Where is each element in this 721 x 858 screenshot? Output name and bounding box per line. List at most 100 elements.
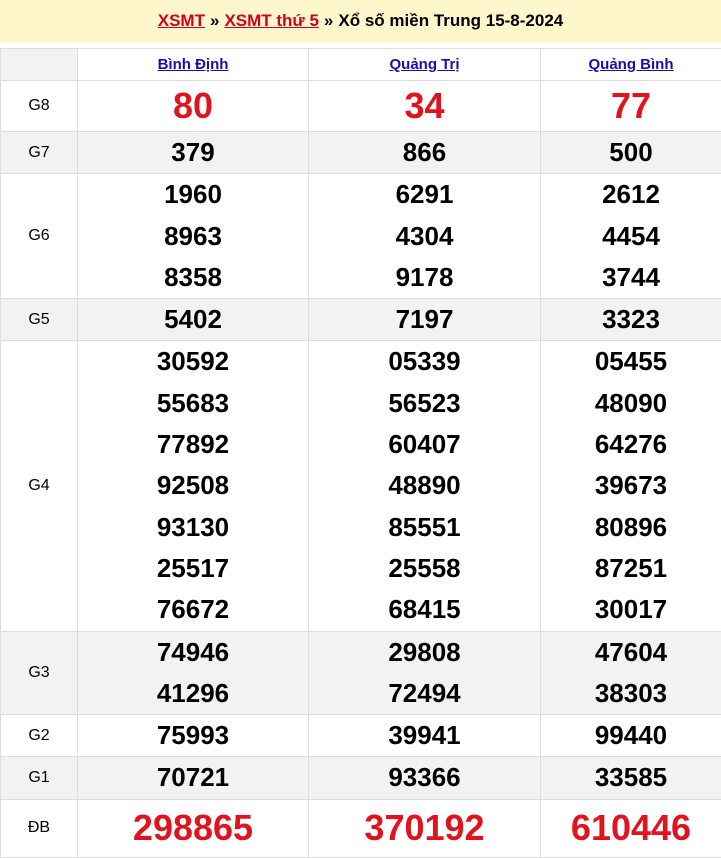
prize-number: 92508 <box>78 465 308 506</box>
prize-number: 4454 <box>541 216 721 257</box>
province-link-quang-binh[interactable]: Quảng Bình <box>589 56 674 73</box>
prize-number: 33585 <box>541 757 721 798</box>
prize-row-g8: G8 80 34 77 <box>1 81 721 132</box>
breadcrumb-header: XSMT » XSMT thứ 5 » Xổ số miền Trung 15-… <box>0 0 721 42</box>
prize-number: 05455 <box>541 341 721 382</box>
results-table: Bình Định Quảng Trị Quảng Bình G8 80 34 … <box>0 48 721 858</box>
prize-label: G1 <box>1 757 78 799</box>
prize-cell: 93366 <box>309 757 541 799</box>
prize-cell: 7197 <box>309 299 541 341</box>
table-header-row: Bình Định Quảng Trị Quảng Bình <box>1 49 721 81</box>
prize-number: 30017 <box>541 589 721 630</box>
prize-cell: 610446 <box>541 799 721 857</box>
prize-row-g3: G3 74946 41296 29808 72494 47604 38303 <box>1 631 721 715</box>
breadcrumb-link-xsmt-thu5[interactable]: XSMT thứ 5 <box>224 11 318 31</box>
prize-number: 85551 <box>309 507 540 548</box>
page-title: Xổ số miền Trung 15-8-2024 <box>338 11 563 31</box>
prize-cell: 379 <box>78 132 309 174</box>
prize-number: 99440 <box>541 715 721 756</box>
prize-number: 56523 <box>309 383 540 424</box>
prize-cell: 74946 41296 <box>78 631 309 715</box>
prize-cell: 866 <box>309 132 541 174</box>
prize-number: 4304 <box>309 216 540 257</box>
prize-number: 87251 <box>541 548 721 589</box>
prize-number: 379 <box>78 132 308 173</box>
special-prize-number: 370192 <box>309 802 540 854</box>
prize-cell: 5402 <box>78 299 309 341</box>
prize-number: 3744 <box>541 257 721 298</box>
prize-cell: 29808 72494 <box>309 631 541 715</box>
prize-cell: 70721 <box>78 757 309 799</box>
header-province-cell: Quảng Bình <box>541 49 721 81</box>
prize-number: 34 <box>309 81 540 131</box>
prize-number: 41296 <box>78 673 308 714</box>
prize-number: 48890 <box>309 465 540 506</box>
prize-label: G4 <box>1 341 78 631</box>
prize-row-g5: G5 5402 7197 3323 <box>1 299 721 341</box>
prize-number: 64276 <box>541 424 721 465</box>
prize-cell: 30592 55683 77892 92508 93130 25517 7667… <box>78 341 309 631</box>
prize-cell: 3323 <box>541 299 721 341</box>
prize-number: 80896 <box>541 507 721 548</box>
prize-number: 38303 <box>541 673 721 714</box>
prize-row-g7: G7 379 866 500 <box>1 132 721 174</box>
prize-label: G3 <box>1 631 78 715</box>
prize-cell: 298865 <box>78 799 309 857</box>
prize-number: 68415 <box>309 589 540 630</box>
prize-number: 30592 <box>78 341 308 382</box>
prize-number: 7197 <box>309 299 540 340</box>
prize-cell: 75993 <box>78 715 309 757</box>
prize-row-g4: G4 30592 55683 77892 92508 93130 25517 7… <box>1 341 721 631</box>
prize-cell: 6291 4304 9178 <box>309 174 541 299</box>
prize-cell: 47604 38303 <box>541 631 721 715</box>
prize-number: 05339 <box>309 341 540 382</box>
prize-number: 75993 <box>78 715 308 756</box>
breadcrumb-separator: » <box>324 11 333 31</box>
prize-number: 1960 <box>78 174 308 215</box>
prize-cell: 34 <box>309 81 541 132</box>
special-prize-number: 298865 <box>78 802 308 854</box>
prize-number: 55683 <box>78 383 308 424</box>
prize-number: 93130 <box>78 507 308 548</box>
prize-number: 866 <box>309 132 540 173</box>
prize-number: 5402 <box>78 299 308 340</box>
prize-cell: 370192 <box>309 799 541 857</box>
special-prize-number: 610446 <box>541 802 721 854</box>
prize-number: 9178 <box>309 257 540 298</box>
prize-number: 93366 <box>309 757 540 798</box>
prize-number: 6291 <box>309 174 540 215</box>
prize-row-g6: G6 1960 8963 8358 6291 4304 9178 2612 44… <box>1 174 721 299</box>
prize-number: 47604 <box>541 632 721 673</box>
prize-number: 70721 <box>78 757 308 798</box>
prize-cell: 500 <box>541 132 721 174</box>
prize-cell: 05339 56523 60407 48890 85551 25558 6841… <box>309 341 541 631</box>
prize-number: 8963 <box>78 216 308 257</box>
breadcrumb-separator: » <box>210 11 219 31</box>
prize-number: 2612 <box>541 174 721 215</box>
prize-number: 77892 <box>78 424 308 465</box>
province-link-quang-tri[interactable]: Quảng Trị <box>389 56 459 73</box>
prize-number: 25558 <box>309 548 540 589</box>
prize-number: 48090 <box>541 383 721 424</box>
prize-number: 74946 <box>78 632 308 673</box>
prize-label: G7 <box>1 132 78 174</box>
prize-number: 8358 <box>78 257 308 298</box>
prize-cell: 39941 <box>309 715 541 757</box>
prize-number: 76672 <box>78 589 308 630</box>
prize-number: 77 <box>541 81 721 131</box>
prize-number: 3323 <box>541 299 721 340</box>
prize-cell: 80 <box>78 81 309 132</box>
header-empty-cell <box>1 49 78 81</box>
prize-cell: 1960 8963 8358 <box>78 174 309 299</box>
prize-label: G8 <box>1 81 78 132</box>
prize-number: 25517 <box>78 548 308 589</box>
province-link-binh-dinh[interactable]: Bình Định <box>158 56 229 73</box>
breadcrumb-link-xsmt[interactable]: XSMT <box>158 11 205 31</box>
prize-number: 60407 <box>309 424 540 465</box>
prize-row-special: ĐB 298865 370192 610446 <box>1 799 721 857</box>
prize-cell: 33585 <box>541 757 721 799</box>
prize-label: ĐB <box>1 799 78 857</box>
header-province-cell: Bình Định <box>78 49 309 81</box>
prize-number: 80 <box>78 81 308 131</box>
prize-number: 29808 <box>309 632 540 673</box>
